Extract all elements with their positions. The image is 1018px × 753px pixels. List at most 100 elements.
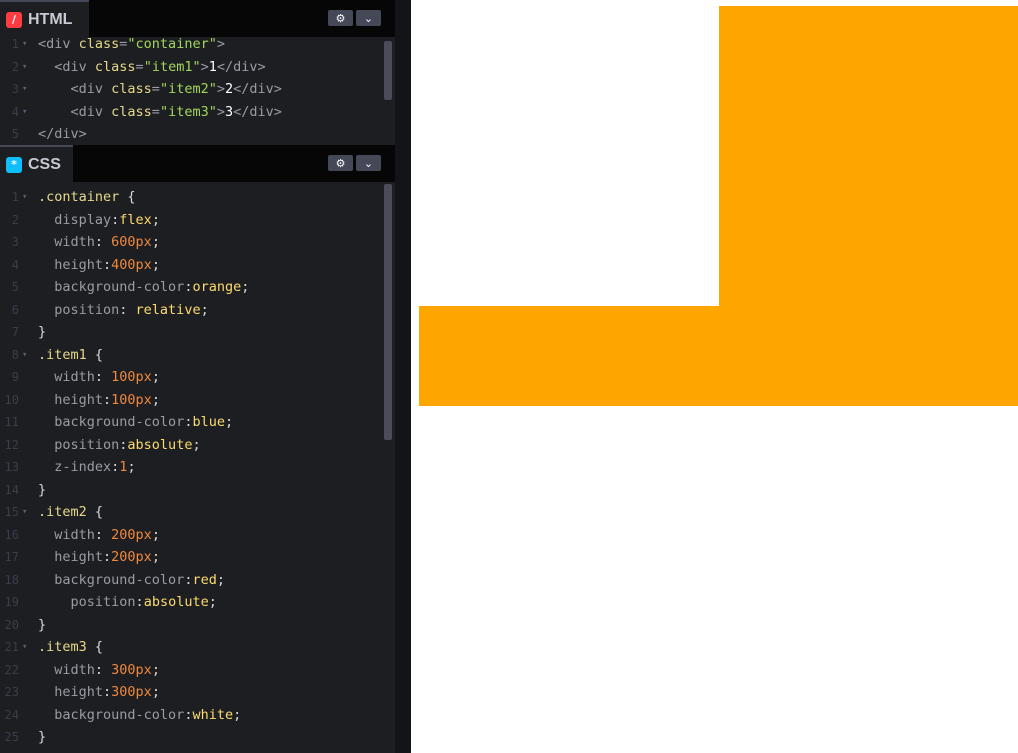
code-line[interactable]: 1 ▾ .container {: [0, 186, 395, 208]
code-line[interactable]: 4 height:400px;: [0, 254, 395, 276]
code-line[interactable]: 5 background-color:orange;: [0, 276, 395, 298]
code-line[interactable]: 24 background-color:white;: [0, 704, 395, 726]
code-line[interactable]: 20}: [0, 614, 395, 636]
code-line[interactable]: 4 ▾ <div class="item3">3</div>: [0, 101, 395, 123]
code-token: flex: [119, 211, 152, 228]
tab-css[interactable]: * CSS: [0, 145, 73, 182]
code-token: :: [94, 661, 112, 678]
code-line[interactable]: 22 width: 300px;: [0, 659, 395, 681]
code-token: :: [103, 256, 112, 273]
code-line[interactable]: 6 position: relative;: [0, 299, 395, 321]
code-token: ;: [192, 436, 201, 453]
code-token: red: [192, 571, 217, 588]
fold-toggle-icon[interactable]: ▾: [22, 636, 27, 658]
code-line[interactable]: 25}: [0, 726, 395, 748]
line-number: 1: [11, 190, 19, 204]
tab-html[interactable]: / HTML: [0, 0, 89, 37]
code-token: </div>: [233, 81, 282, 97]
code-line[interactable]: 3 width: 600px;: [0, 231, 395, 253]
code-line[interactable]: 11 background-color:blue;: [0, 411, 395, 433]
line-number: 10: [4, 392, 19, 407]
code-line[interactable]: 10 height:100px;: [0, 389, 395, 411]
code-token: ;: [208, 594, 217, 610]
code-text: background-color:red;: [38, 569, 225, 591]
fold-toggle-icon[interactable]: ▾: [22, 344, 27, 366]
code-token: width: [38, 234, 95, 250]
css-code-editor[interactable]: 1 ▾ .container {2 display:flex; 3 width: 60…: [0, 182, 395, 753]
code-token: z-index: [38, 459, 112, 475]
code-token: <div: [38, 37, 79, 52]
code-line[interactable]: 7}: [0, 321, 395, 343]
code-token: class: [94, 58, 136, 75]
line-number: 5: [11, 280, 19, 294]
tab-css-label: CSS: [28, 155, 61, 173]
code-text: width: 300px;: [38, 659, 160, 681]
code-text: width: 100px;: [38, 366, 160, 388]
gear-icon: ⚙: [335, 11, 346, 25]
line-number: 21: [4, 640, 19, 654]
html-code-editor[interactable]: 1 ▾ <div class="container"> 2 ▾ <div class="…: [0, 37, 395, 143]
fold-toggle-icon[interactable]: ▾: [22, 56, 27, 78]
code-line[interactable]: 17 height:200px;: [0, 546, 395, 568]
code-text: }: [38, 479, 46, 501]
chevron-down-icon: ⌄: [363, 156, 374, 170]
code-token: height: [38, 391, 104, 408]
code-token: {: [86, 346, 104, 363]
line-number: 17: [4, 550, 19, 564]
code-token: 200px: [111, 549, 152, 565]
panel-resize-divider[interactable]: [395, 0, 411, 753]
code-token: white: [192, 706, 234, 723]
fold-toggle-icon[interactable]: ▾: [22, 501, 27, 523]
code-line[interactable]: 9 width: 100px;: [0, 366, 395, 388]
code-token: .container: [38, 189, 120, 205]
code-line[interactable]: 19 position:absolute;: [0, 591, 395, 613]
code-token: background-color: [38, 571, 185, 588]
code-token: 100px: [111, 391, 152, 408]
fold-toggle-icon[interactable]: ▾: [22, 78, 27, 100]
code-token: :: [103, 391, 112, 408]
code-line[interactable]: 14}: [0, 479, 395, 501]
code-text: width: 600px;: [38, 231, 160, 253]
css-panel-header: * CSS ⚙ ⌄: [0, 145, 395, 182]
fold-toggle-icon[interactable]: ▾: [22, 186, 27, 208]
code-line[interactable]: 1 ▾ <div class="container">: [0, 37, 395, 55]
code-token: height: [38, 684, 104, 700]
code-token: width: [38, 369, 95, 385]
code-token: =: [135, 58, 144, 75]
fold-toggle-icon[interactable]: ▾: [22, 101, 27, 123]
code-line[interactable]: 5 </div>: [0, 123, 395, 143]
code-line[interactable]: 15 ▾ .item2 {: [0, 501, 395, 523]
line-number: 12: [4, 437, 19, 452]
code-token: 400px: [111, 256, 152, 273]
code-text: height:100px;: [38, 389, 160, 411]
code-line[interactable]: 21 ▾ .item3 {: [0, 636, 395, 658]
code-token: blue: [192, 414, 225, 430]
code-token: .item1: [38, 346, 87, 363]
code-line[interactable]: 2 display:flex;: [0, 209, 395, 231]
html-settings-button[interactable]: ⚙: [328, 10, 353, 26]
code-token: "item3": [159, 103, 217, 120]
code-token: ;: [224, 414, 234, 430]
code-text: display:flex;: [38, 209, 160, 231]
fold-toggle-icon[interactable]: ▾: [22, 37, 27, 55]
code-text: <div class="item3">3</div>: [38, 101, 282, 123]
code-line[interactable]: 12 position:absolute;: [0, 434, 395, 456]
code-line[interactable]: 2 ▾ <div class="item1">1</div>: [0, 56, 395, 78]
css-collapse-button[interactable]: ⌄: [356, 155, 381, 171]
code-token: <div: [38, 103, 112, 120]
code-line[interactable]: 18 background-color:red;: [0, 569, 395, 591]
code-line[interactable]: 23 height:300px;: [0, 681, 395, 703]
code-line[interactable]: 13 z-index:1;: [0, 456, 395, 478]
html-collapse-button[interactable]: ⌄: [356, 10, 381, 26]
code-token: ;: [151, 256, 160, 273]
code-line[interactable]: 16 width: 200px;: [0, 524, 395, 546]
code-token: .item3: [38, 639, 87, 655]
line-number: 2: [11, 59, 19, 74]
code-line[interactable]: 8 ▾ .item1 {: [0, 344, 395, 366]
line-number: 2: [11, 212, 19, 227]
code-line[interactable]: 3 ▾ <div class="item2">2</div>: [0, 78, 395, 100]
css-settings-button[interactable]: ⚙: [328, 155, 353, 171]
line-number: 13: [4, 460, 19, 474]
code-token: ;: [151, 369, 160, 385]
code-token: :: [119, 301, 136, 318]
